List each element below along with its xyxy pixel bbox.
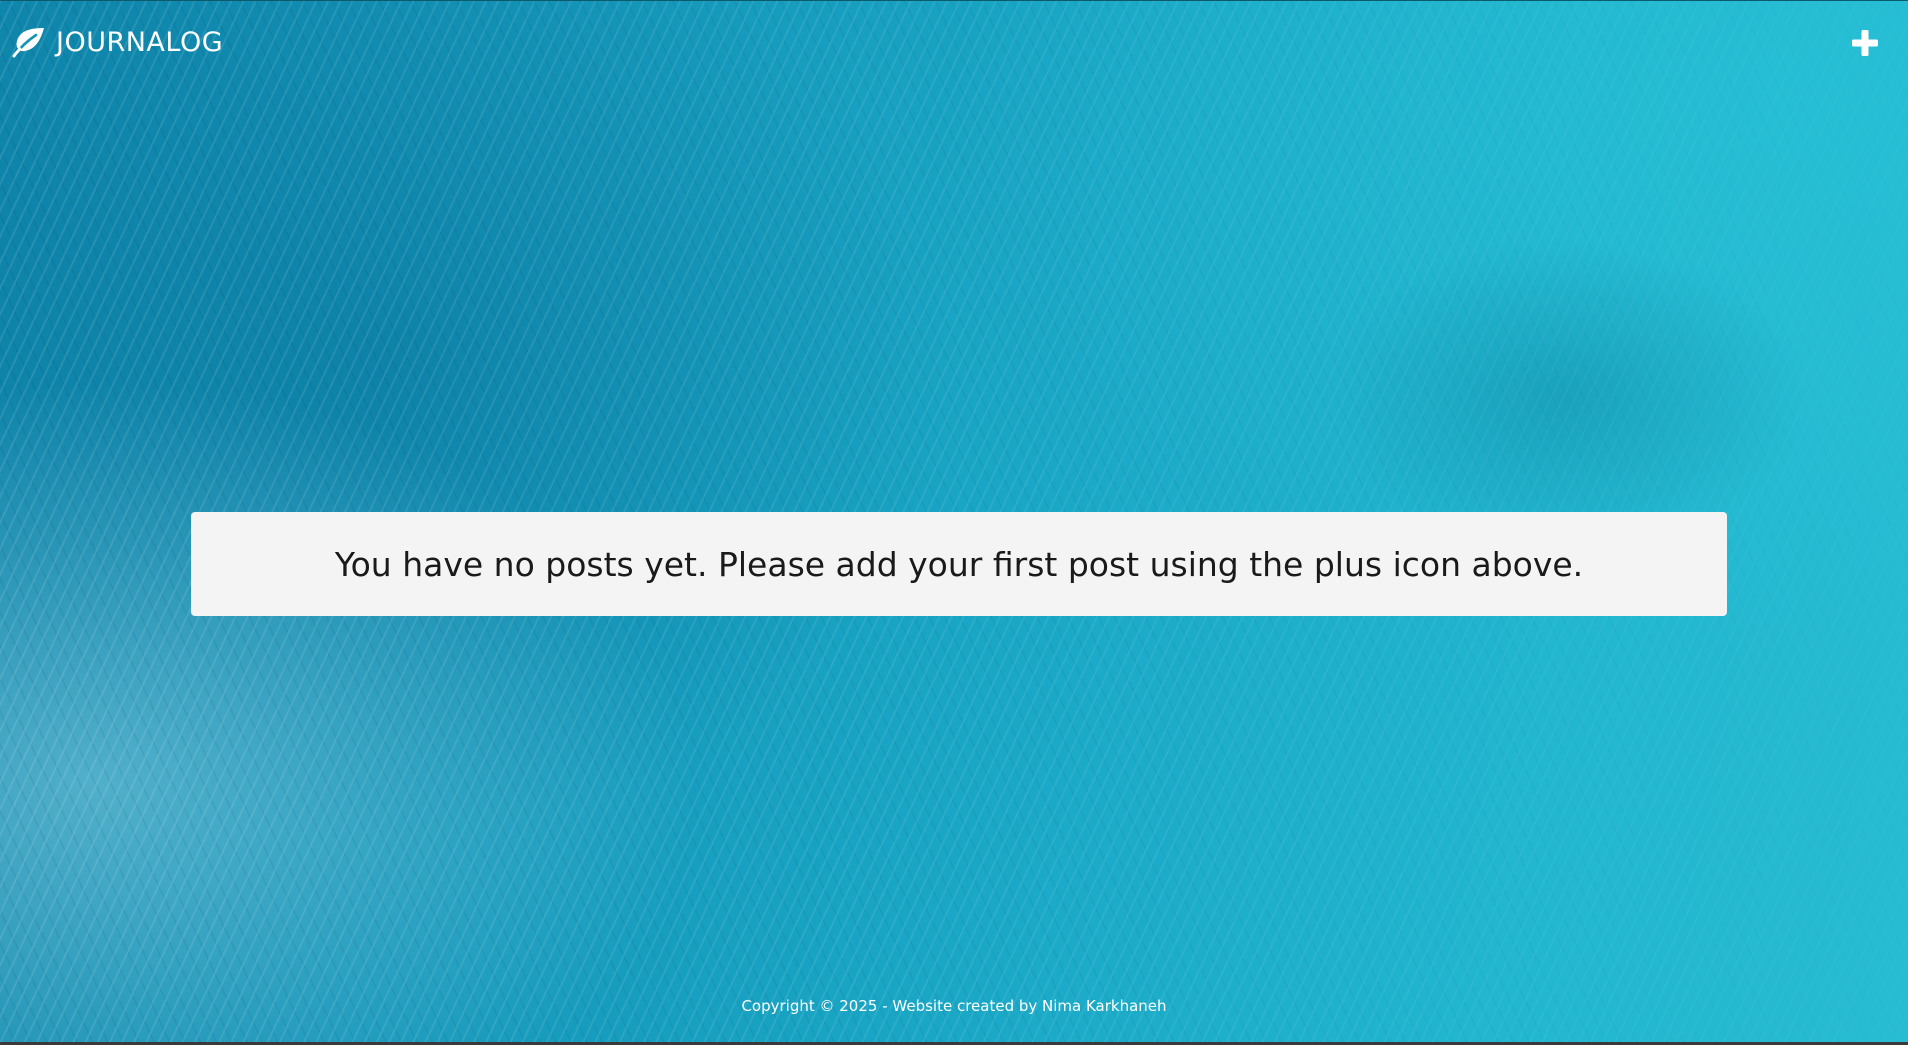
empty-posts-message: You have no posts yet. Please add your f… bbox=[334, 544, 1584, 584]
empty-posts-notice: You have no posts yet. Please add your f… bbox=[191, 512, 1727, 616]
leaf-icon bbox=[12, 28, 44, 58]
brand-name: JOURNALOG bbox=[56, 26, 224, 58]
copyright-text: Copyright © 2025 - Website created by Ni… bbox=[741, 997, 1167, 1015]
brand-link[interactable]: JOURNALOG bbox=[12, 26, 223, 58]
navbar: JOURNALOG bbox=[0, 0, 1908, 88]
footer: Copyright © 2025 - Website created by Ni… bbox=[0, 996, 1908, 1015]
plus-icon[interactable] bbox=[1850, 28, 1880, 58]
